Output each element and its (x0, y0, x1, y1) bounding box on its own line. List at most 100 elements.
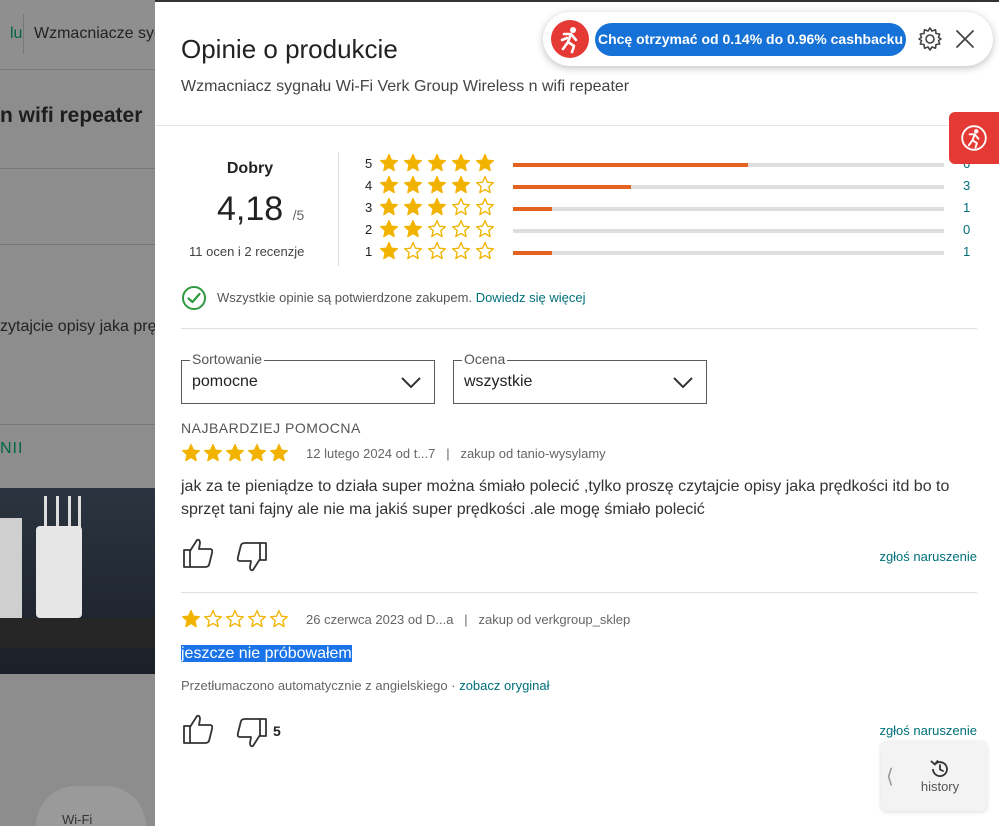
star-empty-icon (427, 219, 451, 239)
review-rating (181, 609, 291, 629)
translation-note: Przetłumaczono automatycznie z angielski… (181, 678, 550, 693)
device-label: Wi-Fi (62, 812, 93, 826)
divider (0, 424, 155, 425)
divider (181, 328, 977, 329)
star-filled-icon (225, 443, 247, 463)
average-score-value: 4,18 (217, 190, 284, 228)
product-image[interactable] (0, 488, 155, 674)
running-person-icon (560, 27, 578, 54)
star-empty-icon (475, 241, 499, 261)
thumbs-up-icon[interactable] (181, 713, 215, 745)
distribution-bar (513, 207, 944, 211)
divider (338, 152, 339, 266)
review-meta: 12 lutego 2024 od t...7 | zakup od tanio… (306, 446, 606, 461)
review-item: 12 lutego 2024 od t...7 | zakup od tanio… (181, 443, 977, 583)
distribution-stars-label: 2 (365, 222, 373, 237)
star-empty-icon (247, 609, 269, 629)
chevron-down-icon (673, 377, 693, 389)
star-empty-icon (451, 241, 475, 261)
distribution-count: 1 (963, 200, 971, 215)
rating-verdict: Dobry (226, 160, 274, 177)
report-link[interactable]: zgłoś naruszenie (879, 549, 977, 564)
thumbs-up-icon[interactable] (181, 537, 215, 569)
star-empty-icon (475, 197, 499, 217)
check-circle-icon (182, 286, 206, 310)
background-section-link[interactable]: NII (0, 440, 23, 458)
translation-text: Przetłumaczono automatycznie z angielski… (181, 678, 448, 693)
star-filled-icon (403, 197, 427, 217)
review-date: 12 lutego 2024 od t...7 (306, 446, 436, 461)
distribution-row[interactable]: 56 (365, 153, 975, 175)
star-filled-icon (403, 153, 427, 173)
rating-filter-select[interactable]: Ocena wszystkie (453, 351, 707, 404)
star-filled-icon (403, 219, 427, 239)
distribution-bar (513, 163, 944, 167)
history-icon (930, 760, 948, 777)
see-original-link[interactable]: zobacz oryginał (459, 678, 549, 693)
star-filled-icon (451, 175, 475, 195)
distribution-stars (379, 153, 499, 173)
distribution-bar-fill (513, 251, 553, 255)
review-seller: zakup od tanio-wysylamy (460, 446, 606, 461)
divider (155, 125, 999, 126)
sort-select[interactable]: Sortowanie pomocne (181, 351, 435, 404)
star-filled-icon (427, 197, 451, 217)
distribution-stars (379, 241, 499, 261)
star-empty-icon (451, 197, 475, 217)
star-empty-icon (225, 609, 247, 629)
review-text: jak za te pieniądze to działa super możn… (181, 478, 950, 518)
distribution-stars (379, 197, 499, 217)
close-icon[interactable] (953, 27, 977, 51)
distribution-bar-fill (513, 185, 631, 189)
gear-icon[interactable] (917, 26, 943, 52)
divider (0, 168, 155, 169)
rating-filter-value: wszystkie (464, 373, 533, 390)
history-label: history (920, 779, 960, 794)
star-filled-icon (181, 609, 203, 629)
distribution-stars-label: 5 (365, 156, 373, 171)
star-empty-icon (475, 219, 499, 239)
star-empty-icon (203, 609, 225, 629)
thumbs-down-icon[interactable] (235, 717, 269, 749)
learn-more-link[interactable]: Dowiedz się więcej (476, 290, 586, 305)
star-empty-icon (475, 175, 499, 195)
distribution-stars (379, 219, 499, 239)
rating-filter-label: Ocena (462, 351, 508, 367)
most-helpful-label: NAJBARDZIEJ POMOCNA (181, 420, 361, 436)
divider (0, 244, 155, 245)
cashback-button[interactable]: Chcę otrzymać od 0.14% do 0.96% cashback… (595, 23, 906, 56)
cashback-extension-bar: Chcę otrzymać od 0.14% do 0.96% cashback… (543, 12, 993, 66)
star-filled-icon (427, 153, 451, 173)
distribution-row[interactable]: 31 (365, 197, 975, 219)
sort-select-label: Sortowanie (190, 351, 265, 367)
distribution-bar (513, 229, 944, 233)
distribution-row[interactable]: 11 (365, 241, 975, 263)
report-link[interactable]: zgłoś naruszenie (879, 723, 977, 738)
star-filled-icon (475, 153, 499, 173)
distribution-count: 3 (963, 178, 971, 193)
distribution-row[interactable]: 20 (365, 219, 975, 241)
breadcrumb-item[interactable]: lu (0, 14, 24, 54)
star-empty-icon (427, 241, 451, 261)
distribution-stars-label: 4 (365, 178, 373, 193)
product-name: Wzmacniacz sygnału Wi-Fi Verk Group Wire… (181, 78, 630, 95)
review-date: 26 czerwca 2023 od D...a (306, 612, 454, 627)
distribution-stars-label: 1 (365, 244, 373, 259)
chevron-down-icon (401, 377, 421, 389)
thumbs-down-icon[interactable] (235, 541, 269, 573)
breadcrumb-item[interactable]: Wzmacniacze sygnału (24, 14, 164, 54)
cashback-side-tab[interactable] (949, 112, 999, 164)
star-filled-icon (379, 241, 403, 261)
history-widget[interactable]: ⟨ history (881, 741, 987, 811)
product-thumbnail[interactable]: Wi-Fi (36, 786, 146, 826)
review-rating (181, 443, 291, 463)
background-product-title: n wifi repeater (0, 104, 143, 127)
distribution-row[interactable]: 43 (365, 175, 975, 197)
review-text: jeszcze nie próbowałem (181, 642, 977, 665)
distribution-stars (379, 175, 499, 195)
star-filled-icon (247, 443, 269, 463)
cashback-logo[interactable] (551, 20, 589, 58)
distribution-count: 1 (963, 244, 971, 259)
star-filled-icon (203, 443, 225, 463)
divider (181, 592, 977, 593)
